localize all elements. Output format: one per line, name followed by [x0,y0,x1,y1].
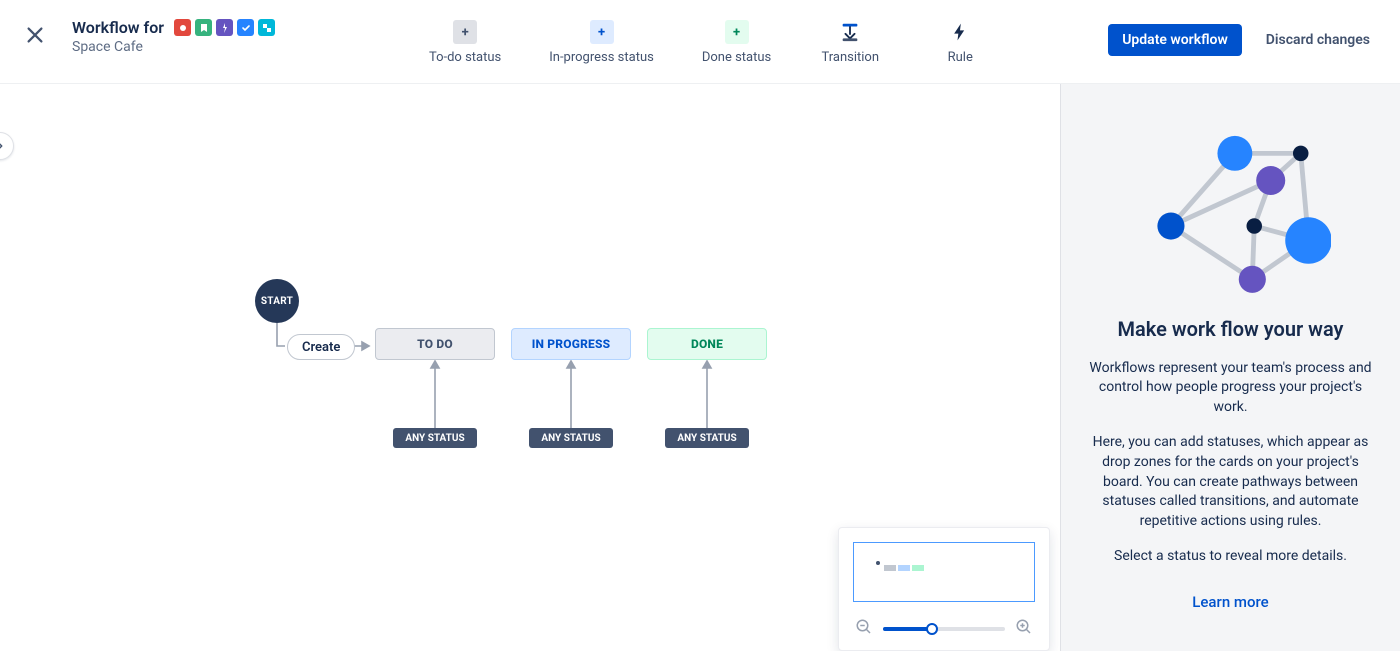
transition-icon [838,20,862,44]
zoom-out-button[interactable] [853,616,875,642]
issuetype-task-icon [237,19,254,36]
issuetype-subtask-icon [258,19,275,36]
header-actions: Update workflow Discard changes [1108,24,1376,56]
page-title: Workflow for [72,18,164,37]
add-transition-button[interactable]: Transition [815,18,885,67]
add-inprogress-status-button[interactable]: + In-progress status [545,18,658,67]
discard-changes-button[interactable]: Discard changes [1260,24,1376,56]
issuetype-story-icon [195,19,212,36]
workflow-illustration-icon [1131,134,1331,299]
learn-more-link[interactable]: Learn more [1192,593,1268,611]
minimap-node [884,565,896,571]
update-workflow-button[interactable]: Update workflow [1108,24,1242,56]
panel-description: Here, you can add statuses, which appear… [1087,433,1374,531]
zoom-out-icon [855,618,873,636]
workflow-edges [255,279,875,479]
zoom-slider[interactable] [883,621,1005,637]
issuetype-bug-icon [174,19,191,36]
tool-label: To-do status [429,50,501,65]
zoom-in-button[interactable] [1013,616,1035,642]
add-todo-status-button[interactable]: + To-do status [425,18,505,67]
status-node-inprogress[interactable]: IN PROGRESS [511,328,631,360]
minimap-node [912,565,924,571]
zoom-controls [853,616,1035,642]
status-node-done[interactable]: DONE [647,328,767,360]
header: Workflow for Space Cafe + To-do status +… [0,0,1400,84]
close-button[interactable] [18,18,52,52]
toolbar: + To-do status + In-progress status + Do… [332,18,1088,67]
chevron-right-icon [0,139,7,153]
minimap-start-dot [876,561,880,565]
project-name: Space Cafe [72,39,312,55]
tool-label: Rule [948,50,973,65]
minimap-viewport[interactable] [853,542,1035,602]
close-icon [24,24,46,46]
minimap-node [898,565,910,571]
any-status-source[interactable]: ANY STATUS [529,428,613,448]
issue-type-icons [174,19,275,36]
workflow-canvas[interactable]: START Create TO DO IN PROGRESS DONE ANY … [0,84,1060,651]
start-node[interactable]: START [255,279,299,323]
plus-icon: + [453,20,477,44]
bolt-icon [948,20,972,44]
minimap [838,527,1050,651]
issuetype-epic-icon [216,19,233,36]
title-block: Workflow for Space Cafe [72,18,312,55]
tool-label: In-progress status [549,50,654,65]
add-done-status-button[interactable]: + Done status [698,18,775,67]
tool-label: Done status [702,50,771,65]
panel-description: Select a status to reveal more details. [1114,547,1347,567]
tool-label: Transition [821,50,879,65]
any-status-source[interactable]: ANY STATUS [393,428,477,448]
panel-description: Workflows represent your team's process … [1087,359,1374,418]
plus-icon: + [590,20,614,44]
create-transition[interactable]: Create [287,334,355,360]
plus-icon: + [725,20,749,44]
side-panel: Make work flow your way Workflows repres… [1060,84,1400,651]
add-rule-button[interactable]: Rule [925,18,995,67]
zoom-in-icon [1015,618,1033,636]
any-status-source[interactable]: ANY STATUS [665,428,749,448]
status-node-todo[interactable]: TO DO [375,328,495,360]
panel-title: Make work flow your way [1118,317,1344,341]
